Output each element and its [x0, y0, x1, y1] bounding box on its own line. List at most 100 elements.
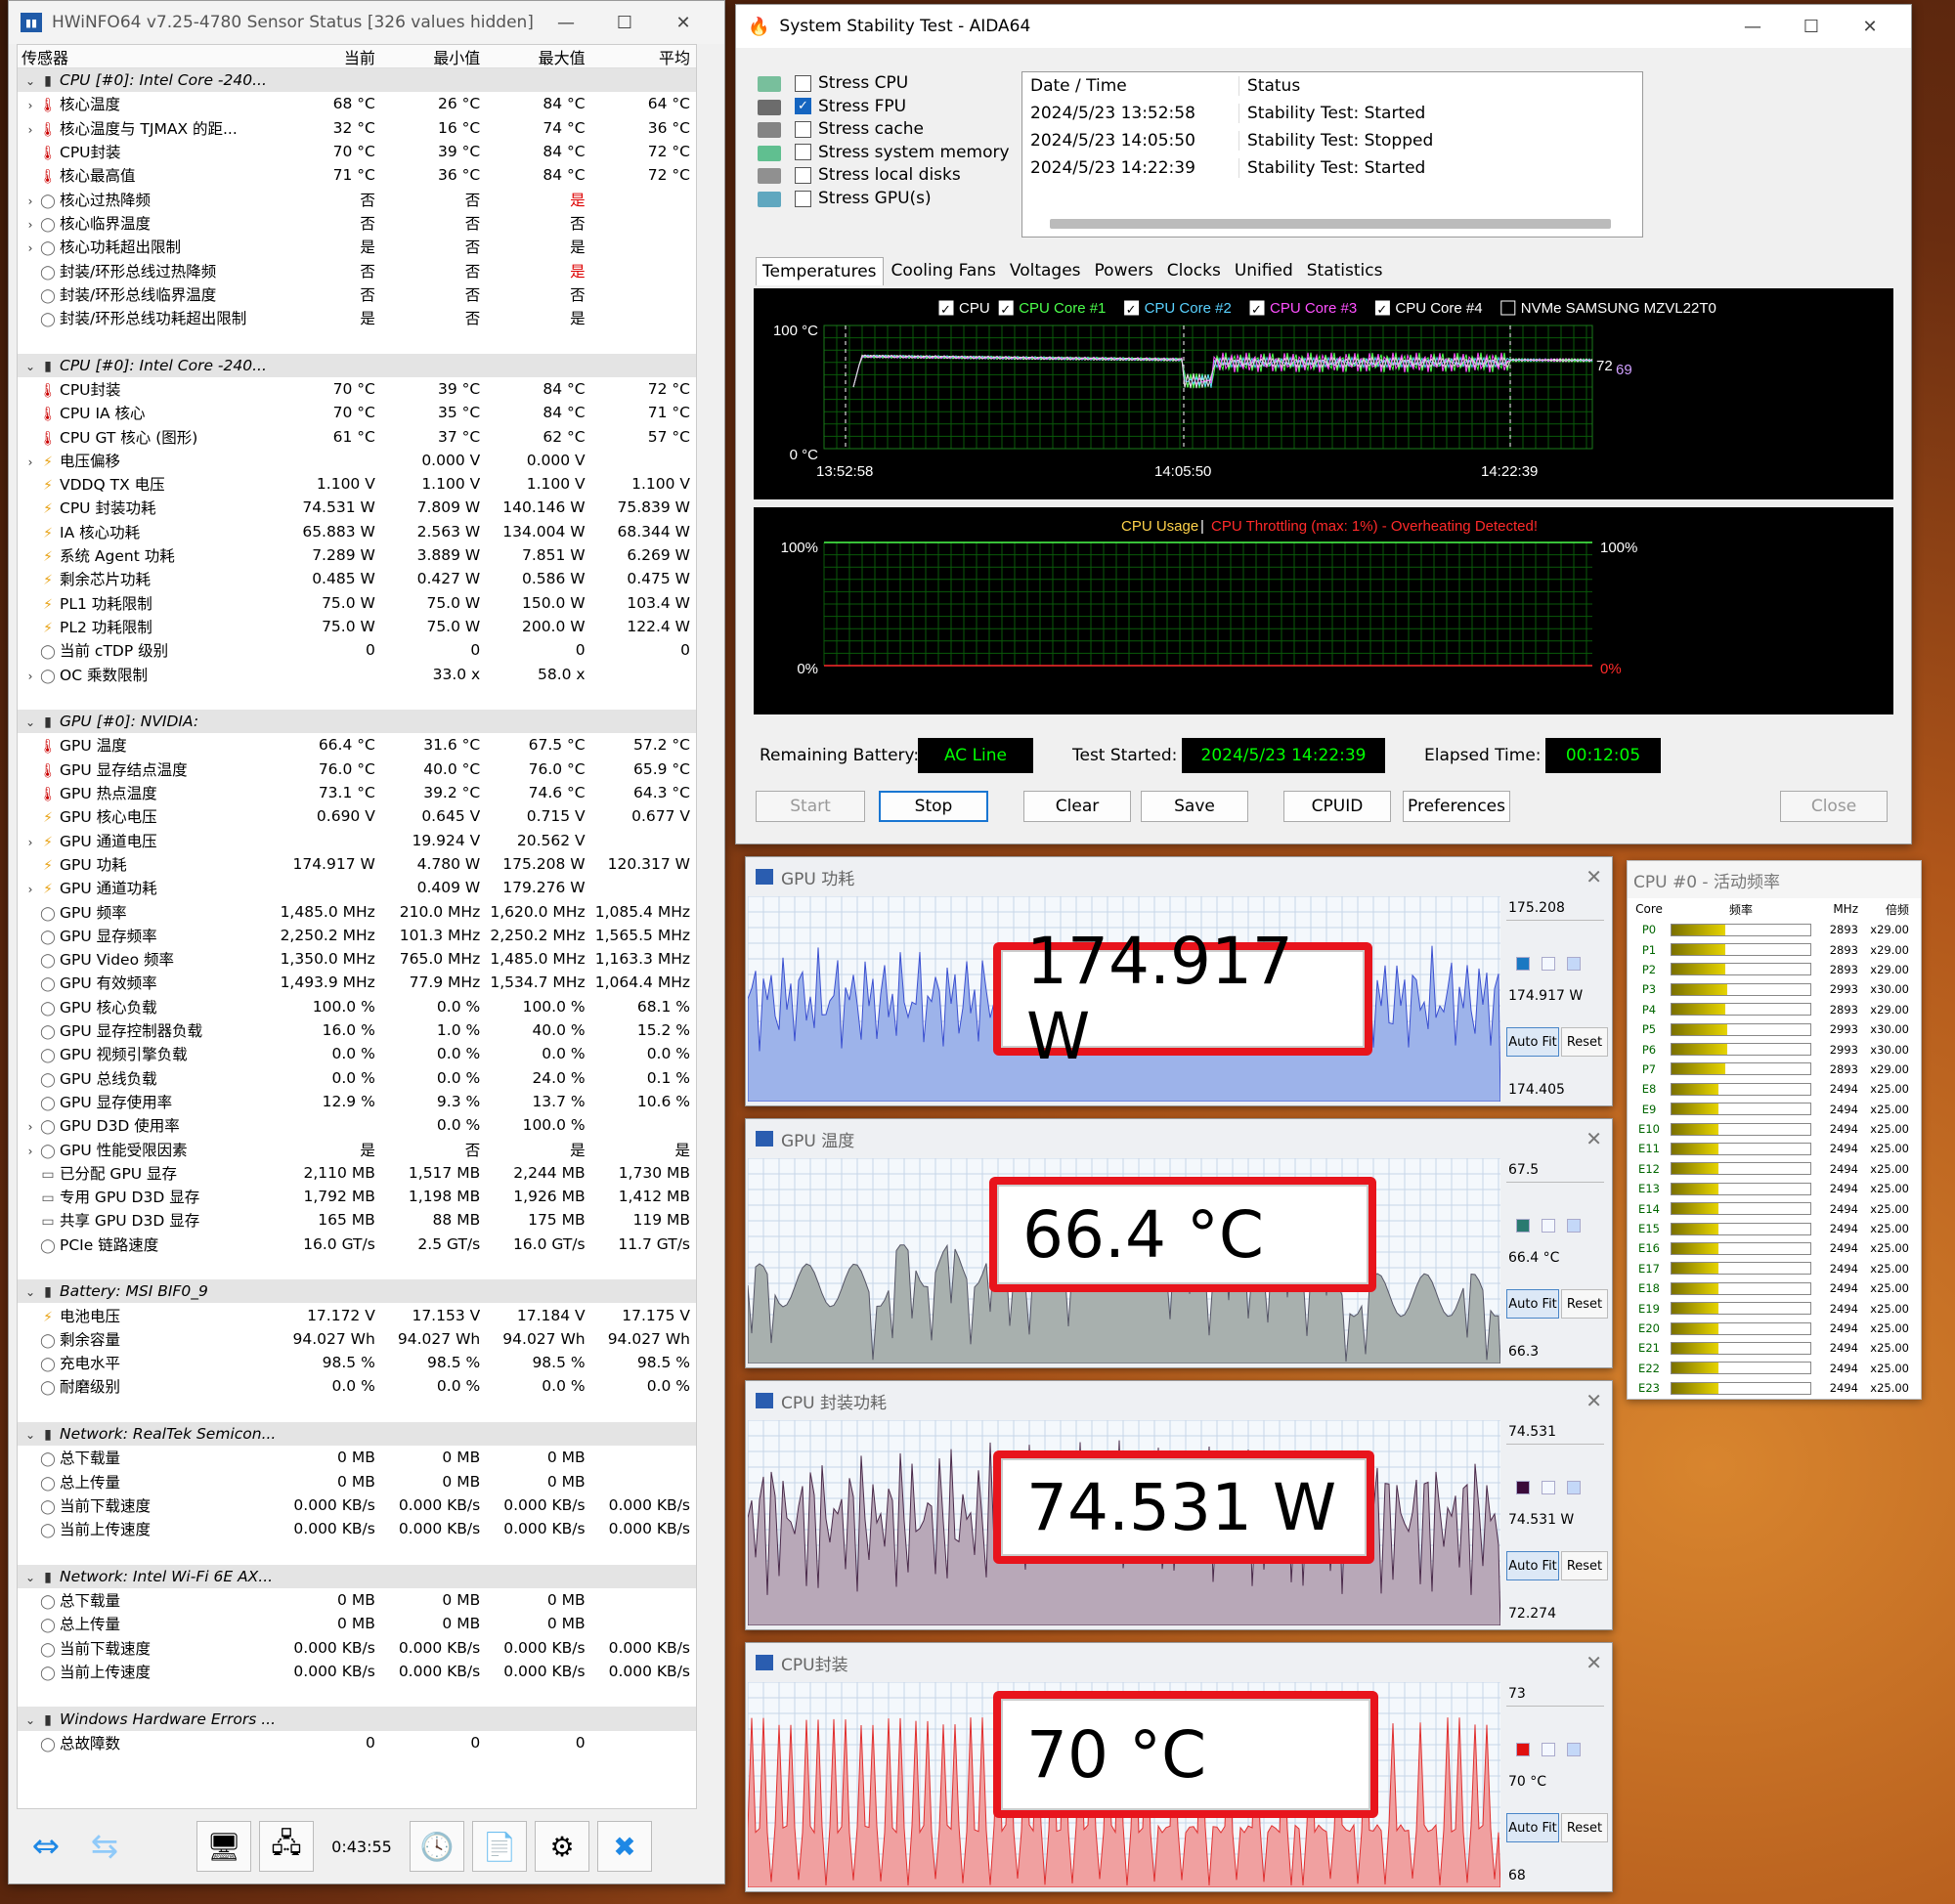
- aida-minimize-button[interactable]: —: [1723, 17, 1782, 37]
- sensor-row[interactable]: ◯ 充电水平 98.5 % 98.5 % 98.5 % 98.5 %: [18, 1351, 696, 1374]
- checkbox[interactable]: [795, 144, 811, 161]
- collapse-chevron-icon[interactable]: ⌄: [22, 1713, 39, 1727]
- series-swatch-blue[interactable]: [1567, 1219, 1581, 1233]
- expand-chevron-icon[interactable]: ›: [22, 218, 39, 232]
- auto-fit-button[interactable]: Auto Fit: [1506, 1289, 1559, 1319]
- sensor-row[interactable]: ◯ 耐磨级别 0.0 % 0.0 % 0.0 % 0.0 %: [18, 1374, 696, 1398]
- settings-gear-icon[interactable]: ⚙: [535, 1821, 589, 1872]
- cpuid-button[interactable]: CPUID: [1283, 791, 1391, 822]
- sensor-row[interactable]: ◯ GPU Video 频率 1,350.0 MHz 765.0 MHz 1,485.0…: [18, 947, 696, 971]
- sensor-row[interactable]: 🌡 CPU GT 核心 (图形) 61 °C 37 °C 62 °C 57 °C: [18, 424, 696, 448]
- monitor-icon[interactable]: 🖥: [196, 1821, 251, 1872]
- monitor-close-icon[interactable]: ✕: [1586, 1389, 1602, 1412]
- stop-button[interactable]: Stop: [879, 791, 988, 822]
- sensor-row[interactable]: ◯ GPU 显存控制器负载 16.0 % 1.0 % 40.0 % 15.2 %: [18, 1018, 696, 1042]
- sensor-row[interactable]: ⚡ PL2 功耗限制 75.0 W 75.0 W 200.0 W 122.4 W: [18, 615, 696, 638]
- series-swatch-blank[interactable]: [1542, 1219, 1555, 1233]
- series-color-swatch[interactable]: [1516, 957, 1530, 971]
- expand-chevron-icon[interactable]: ›: [22, 99, 39, 112]
- sensor-group-row[interactable]: ⌄ ▮ GPU [#0]: NVIDIA:: [18, 710, 696, 734]
- sensor-row[interactable]: ◯ 当前下载速度 0.000 KB/s 0.000 KB/s 0.000 KB/s 0.0…: [18, 1636, 696, 1660]
- sensor-row[interactable]: 🌡 CPU封装 70 °C 39 °C 84 °C 72 °C: [18, 140, 696, 163]
- reset-button[interactable]: Reset: [1561, 1027, 1608, 1057]
- tab-clocks[interactable]: Clocks: [1161, 257, 1227, 285]
- log-row[interactable]: 2024/5/23 14:05:50 Stability Test: Stoppe…: [1022, 127, 1642, 154]
- sensor-row[interactable]: › ◯ GPU 性能受限因素 是 否 是 是: [18, 1137, 696, 1160]
- reset-button[interactable]: Reset: [1561, 1551, 1608, 1580]
- sensor-group-row[interactable]: ⌄ ▮ CPU [#0]: Intel Core -240...: [18, 353, 696, 377]
- sensor-row[interactable]: ▭ 专用 GPU D3D 显存 1,792 MB 1,198 MB 1,926 MB 1,…: [18, 1185, 696, 1208]
- sensor-row[interactable]: › ⚡ GPU 通道电压 19.924 V 20.562 V: [18, 829, 696, 852]
- sensor-row[interactable]: 🌡 GPU 显存结点温度 76.0 °C 40.0 °C 76.0 °C 65.9 °C: [18, 757, 696, 781]
- aida-close-button[interactable]: ✕: [1841, 17, 1899, 37]
- auto-fit-button[interactable]: Auto Fit: [1506, 1027, 1559, 1057]
- event-log[interactable]: Date / Time Status 2024/5/23 13:52:58 Sta…: [1021, 71, 1643, 238]
- sensor-row[interactable]: ◯ PCIe 链路速度 16.0 GT/s 2.5 GT/s 16.0 GT/s 11.7…: [18, 1233, 696, 1256]
- tab-temperatures[interactable]: Temperatures: [756, 257, 884, 285]
- col-min[interactable]: 最小值: [381, 45, 486, 67]
- series-swatch-blank[interactable]: [1542, 1743, 1555, 1756]
- sensor-row[interactable]: ◯ 封装/环形总线临界温度 否 否 否: [18, 282, 696, 306]
- expand-chevron-icon[interactable]: ›: [22, 123, 39, 137]
- series-swatch-blue[interactable]: [1567, 1743, 1581, 1756]
- start-button[interactable]: Start: [756, 791, 865, 822]
- sensor-row[interactable]: ◯ 封装/环形总线过热降频 否 否 是: [18, 258, 696, 281]
- sensor-row[interactable]: › ◯ GPU D3D 使用率 0.0 % 100.0 %: [18, 1113, 696, 1137]
- series-swatch-blue[interactable]: [1567, 1481, 1581, 1494]
- col-max[interactable]: 最大值: [486, 45, 590, 67]
- stress-option[interactable]: Stress CPU: [795, 73, 908, 93]
- expand-chevron-icon[interactable]: ›: [22, 836, 39, 849]
- log-row[interactable]: 2024/5/23 14:22:39 Stability Test: Starte…: [1022, 154, 1642, 182]
- sensor-row[interactable]: ◯ 总故障数 0 0 0: [18, 1731, 696, 1754]
- series-color-swatch[interactable]: [1516, 1481, 1530, 1494]
- checkbox[interactable]: ✓: [795, 98, 811, 115]
- monitor-close-icon[interactable]: ✕: [1586, 1651, 1602, 1674]
- save-button[interactable]: Save: [1141, 791, 1248, 822]
- nav-collapse-icon[interactable]: ⇆: [75, 1827, 134, 1866]
- expand-chevron-icon[interactable]: ›: [22, 883, 39, 896]
- series-swatch-blank[interactable]: [1542, 957, 1555, 971]
- sensor-row[interactable]: ◯ GPU 频率 1,485.0 MHz 210.0 MHz 1,620.0 MHz 1,…: [18, 899, 696, 923]
- sensor-row[interactable]: 🌡 CPU IA 核心 70 °C 35 °C 84 °C 71 °C: [18, 401, 696, 424]
- preferences-button[interactable]: Preferences: [1403, 791, 1510, 822]
- checkbox[interactable]: [795, 190, 811, 207]
- close-dialog-button[interactable]: Close: [1780, 791, 1888, 822]
- sensor-row[interactable]: ⚡ CPU 封装功耗 74.531 W 7.809 W 140.146 W 75.839 …: [18, 496, 696, 519]
- sensor-row[interactable]: › ◯ OC 乘数限制 33.0 x 58.0 x: [18, 662, 696, 685]
- collapse-chevron-icon[interactable]: ⌄: [22, 360, 39, 373]
- checkbox[interactable]: [795, 120, 811, 138]
- nav-left-right-icon[interactable]: ⇔: [17, 1827, 75, 1866]
- sensor-row[interactable]: 🌡 CPU封装 70 °C 39 °C 84 °C 72 °C: [18, 377, 696, 401]
- sensor-row[interactable]: › 🌡 核心温度 68 °C 26 °C 84 °C 64 °C: [18, 92, 696, 115]
- checkbox[interactable]: [795, 166, 811, 184]
- expand-chevron-icon[interactable]: ›: [22, 195, 39, 208]
- expand-chevron-icon[interactable]: ›: [22, 241, 39, 255]
- clear-button[interactable]: Clear: [1023, 791, 1131, 822]
- minimize-button[interactable]: —: [537, 13, 595, 33]
- sensor-row[interactable]: › ⚡ 电压偏移 0.000 V 0.000 V: [18, 449, 696, 472]
- close-button[interactable]: ✕: [654, 13, 713, 33]
- sensor-grid[interactable]: 传感器 当前 最小值 最大值 平均 ⌄ ▮ CPU [#0]: Intel Core…: [17, 44, 697, 1809]
- checkbox[interactable]: [795, 74, 811, 92]
- collapse-chevron-icon[interactable]: ⌄: [22, 715, 39, 729]
- sensor-row[interactable]: ◯ 当前 cTDP 级别 0 0 0 0: [18, 638, 696, 662]
- sensor-row[interactable]: ⚡ 系统 Agent 功耗 7.289 W 3.889 W 7.851 W 6.269 W: [18, 543, 696, 567]
- tab-cooling-fans[interactable]: Cooling Fans: [886, 257, 1002, 285]
- sensor-row[interactable]: › ◯ 核心功耗超出限制 是 否 是: [18, 235, 696, 258]
- add-report-icon[interactable]: 📄: [472, 1821, 527, 1872]
- sensor-row[interactable]: ◯ GPU 视频引擎负载 0.0 % 0.0 % 0.0 % 0.0 %: [18, 1042, 696, 1065]
- sensor-row[interactable]: ⚡ 剩余芯片功耗 0.485 W 0.427 W 0.586 W 0.475 W: [18, 567, 696, 590]
- sensor-row[interactable]: ⚡ PL1 功耗限制 75.0 W 75.0 W 150.0 W 103.4 W: [18, 591, 696, 615]
- auto-fit-button[interactable]: Auto Fit: [1506, 1813, 1559, 1842]
- sensor-group-row[interactable]: ⌄ ▮ CPU [#0]: Intel Core -240...: [18, 68, 696, 93]
- stress-option[interactable]: Stress GPU(s): [795, 189, 932, 208]
- stress-option[interactable]: ✓ Stress FPU: [795, 97, 906, 116]
- reset-button[interactable]: Reset: [1561, 1813, 1608, 1842]
- reset-button[interactable]: Reset: [1561, 1289, 1608, 1319]
- legend-checkbox[interactable]: [1500, 300, 1516, 316]
- series-swatch-blue[interactable]: [1567, 957, 1581, 971]
- col-current[interactable]: 当前: [276, 45, 380, 67]
- stress-option[interactable]: Stress cache: [795, 119, 924, 139]
- aida-maximize-button[interactable]: ☐: [1782, 17, 1841, 37]
- sensor-row[interactable]: ⚡ GPU 核心电压 0.690 V 0.645 V 0.715 V 0.677 V: [18, 804, 696, 828]
